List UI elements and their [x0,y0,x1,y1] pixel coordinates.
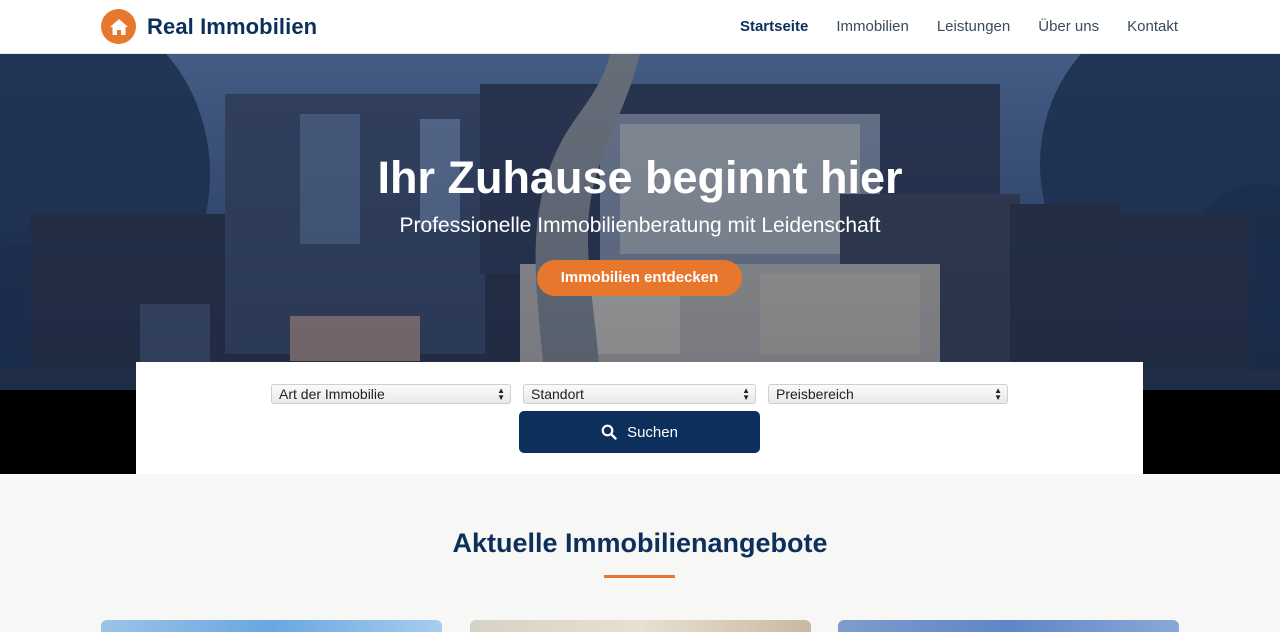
search-button-label: Suchen [627,423,678,441]
nav-kontakt[interactable]: Kontakt [1127,18,1178,35]
price-range-value: Preisbereich [776,386,854,402]
hero-subtitle: Professionelle Immobilienberatung mit Le… [399,214,881,237]
brand-name: Real Immobilien [147,13,318,39]
home-icon [101,9,136,44]
property-type-value: Art der Immobilie [279,386,385,402]
price-range-select[interactable]: Preisbereich ▲ ▼ [768,384,1008,404]
location-value: Standort [531,386,584,402]
location-select[interactable]: Standort ▲ ▼ [523,384,756,404]
main-nav: Startseite Immobilien Leistungen Über un… [712,18,1178,35]
property-type-select[interactable]: Art der Immobilie ▲ ▼ [271,384,511,404]
title-underline [604,575,675,578]
select-arrows-icon: ▲ ▼ [742,386,750,402]
hero-title: Ihr Zuhause beginnt hier [377,152,903,203]
listing-card-image[interactable] [838,620,1179,632]
property-search-panel: Art der Immobilie ▲ ▼ Standort ▲ ▼ Preisbe… [136,362,1143,474]
discover-properties-button[interactable]: Immobilien entdecken [537,260,742,296]
select-arrows-icon: ▲ ▼ [994,386,1002,402]
brand-logo[interactable]: Real Immobilien [101,9,317,44]
nav-immobilien[interactable]: Immobilien [836,18,909,35]
nav-leistungen[interactable]: Leistungen [937,18,1010,35]
search-button[interactable]: Suchen [519,411,760,453]
listing-card-image[interactable] [470,620,811,632]
listing-card-image[interactable] [101,620,442,632]
select-arrows-icon: ▲ ▼ [497,386,505,402]
nav-startseite[interactable]: Startseite [740,18,808,35]
hero-section: Ihr Zuhause beginnt hier Professionelle … [0,54,1280,390]
search-icon [601,424,617,440]
nav-ueber-uns[interactable]: Über uns [1038,18,1099,35]
site-header: Real Immobilien Startseite Immobilien Le… [0,0,1280,54]
listings-title: Aktuelle Immobilienangebote [452,528,828,558]
